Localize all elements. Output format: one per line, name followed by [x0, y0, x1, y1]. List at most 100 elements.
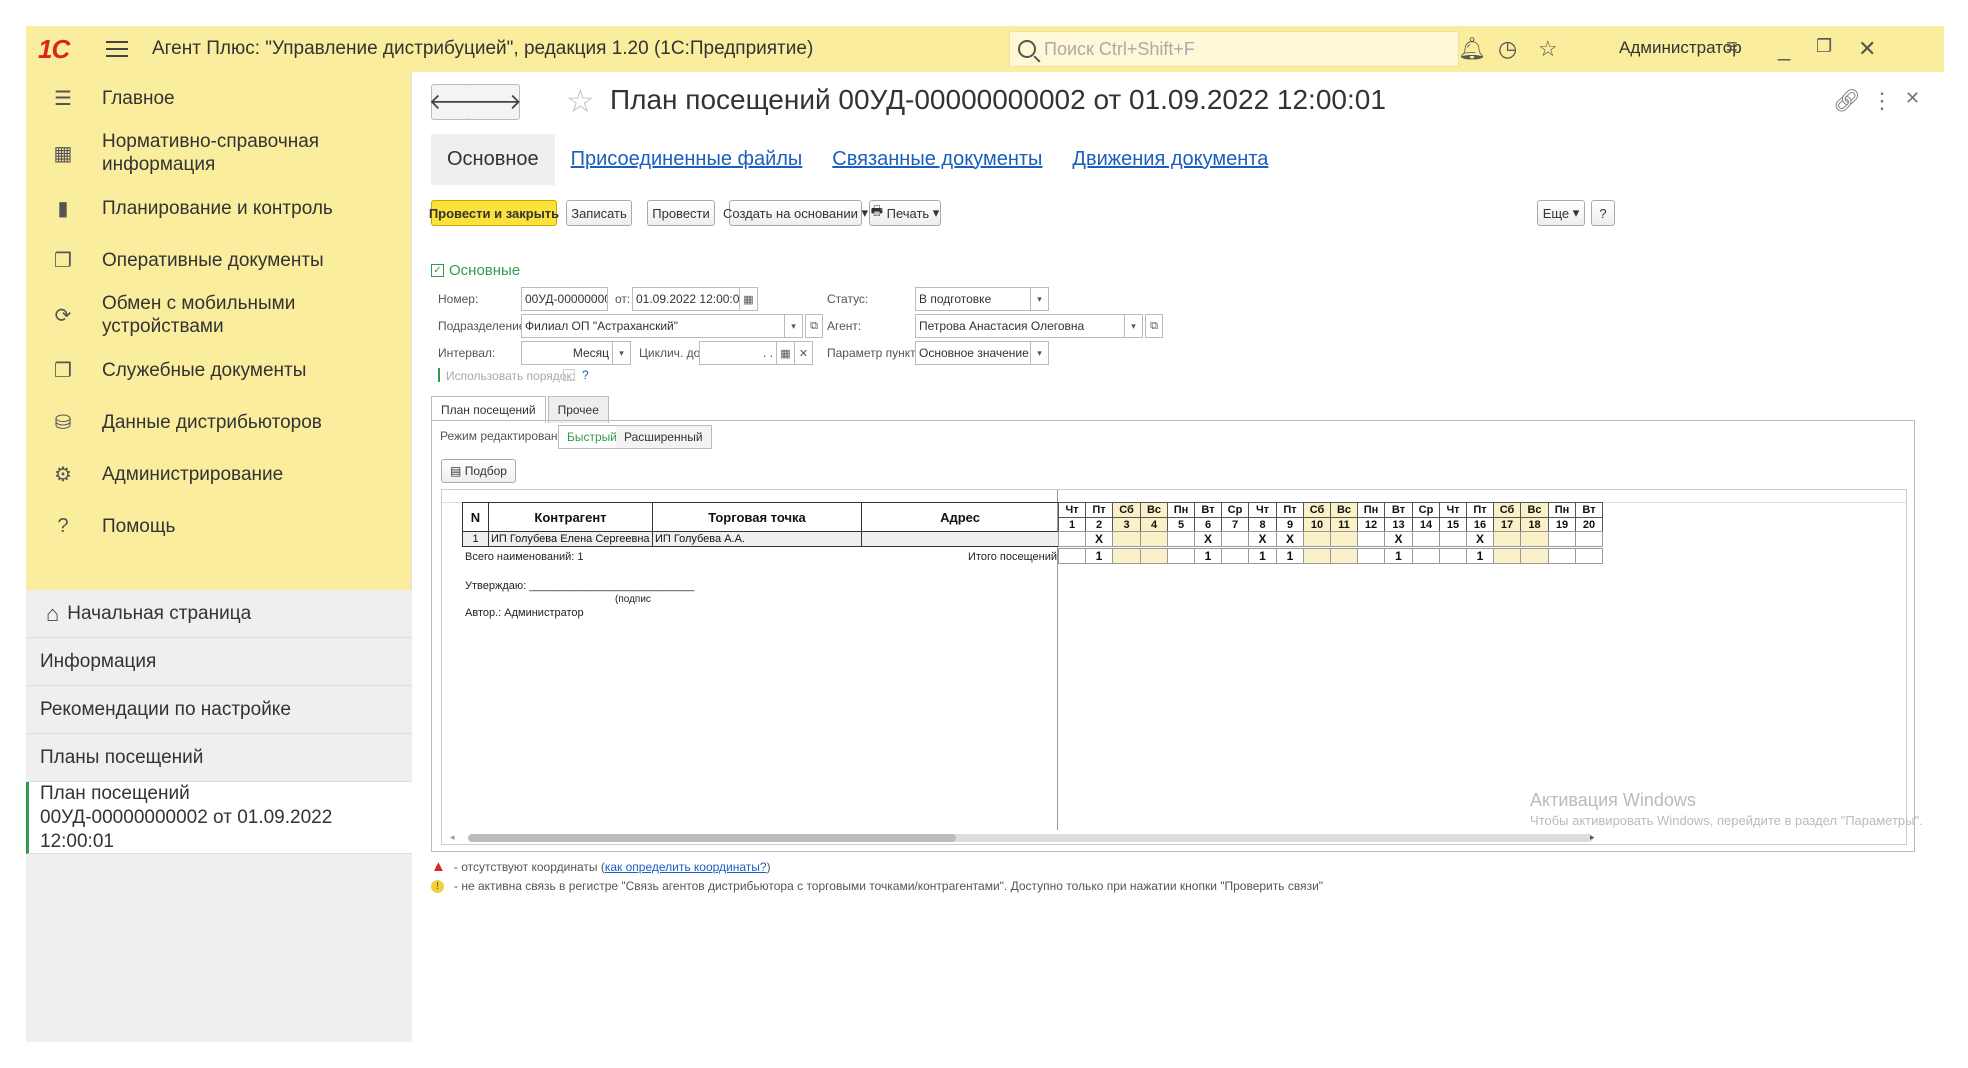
division-open-icon[interactable]: ⧉	[805, 314, 823, 338]
cycle-clear-icon[interactable]: ✕	[795, 341, 813, 365]
sidebar-item[interactable]: ? Помощь	[26, 500, 411, 552]
star-icon[interactable]: ☆	[1538, 36, 1558, 62]
point-param-field[interactable]: Основное значение	[915, 341, 1031, 365]
print-button[interactable]: 🖶 Печать ▾	[869, 200, 941, 226]
scroll-thumb[interactable]	[468, 834, 956, 842]
open-window-item[interactable]: Рекомендации по настройке	[26, 686, 412, 734]
day-of-week: Ср	[1221, 502, 1249, 518]
save-button[interactable]: Записать	[566, 200, 632, 226]
settings-menu-icon[interactable]: ≡	[1726, 36, 1738, 59]
tab-attached-files[interactable]: Присоединенные файлы	[571, 148, 803, 171]
tab-main[interactable]: Основное	[431, 133, 555, 185]
pick-button[interactable]: ▤ Подбор	[441, 459, 516, 483]
sidebar-item[interactable]: ▦ Нормативно-справочная информация	[26, 124, 411, 182]
use-order-help[interactable]: ?	[582, 368, 589, 382]
post-button[interactable]: Провести	[647, 200, 715, 226]
agent-dropdown-icon[interactable]: ▾	[1125, 314, 1143, 338]
sidebar-item[interactable]: ❐ Служебные документы	[26, 344, 411, 396]
sidebar-item-label: Помощь	[102, 515, 176, 537]
search-icon	[1018, 40, 1036, 58]
visit-total	[1412, 548, 1440, 564]
open-window-item[interactable]: Планы посещений	[26, 734, 412, 782]
division-dropdown-icon[interactable]: ▾	[785, 314, 803, 338]
agent-field[interactable]: Петрова Анастасия Олеговна	[915, 314, 1125, 338]
day-number: 6	[1194, 517, 1222, 532]
scroll-left-arrow-icon[interactable]: ◂	[450, 832, 455, 843]
division-label: Подразделение:	[438, 319, 529, 333]
day-of-week: Пн	[1167, 502, 1195, 518]
use-order-checkbox[interactable]	[563, 369, 575, 381]
more-vertical-icon[interactable]: ⋮	[1871, 88, 1893, 114]
warning-circle-icon: !	[431, 879, 444, 893]
document-tabs: Основное Присоединенные файлы Связанные …	[431, 133, 1298, 185]
sidebar-item-label: Планирование и контроль	[102, 197, 333, 219]
tab-related-documents[interactable]: Связанные документы	[832, 148, 1042, 171]
history-icon[interactable]: ◷	[1498, 36, 1517, 62]
minimize-icon[interactable]: _	[1778, 36, 1790, 62]
calendar-icon[interactable]: ▦	[740, 287, 758, 311]
tab-document-movements[interactable]: Движения документа	[1072, 148, 1268, 171]
header-address: Адрес	[861, 502, 1059, 532]
day-number: 9	[1276, 517, 1304, 532]
visit-mark	[1058, 531, 1086, 547]
number-field[interactable]: 00УД-0000000000	[521, 287, 608, 311]
help-button[interactable]: ?	[1591, 200, 1615, 226]
bell-icon[interactable]: 🔔︎	[1458, 36, 1486, 62]
edit-mode-extended[interactable]: Расширенный	[616, 425, 712, 449]
sidebar-item[interactable]: ⛁ Данные дистрибьюторов	[26, 396, 411, 448]
open-window-item[interactable]: План посещений 00УД-00000000002 от 01.09…	[26, 782, 412, 854]
visit-mark: X	[1194, 531, 1222, 547]
link-icon[interactable]: 🔗︎	[1833, 88, 1861, 114]
tab-visit-plan[interactable]: План посещений	[431, 396, 546, 423]
cycle-field[interactable]: . .	[699, 341, 777, 365]
close-form-icon[interactable]: ✕	[1905, 88, 1920, 109]
create-based-on-button[interactable]: Создать на основании ▾	[723, 200, 868, 226]
sidebar-item[interactable]: ▮ Планирование и контроль	[26, 182, 411, 234]
documents-icon: ❐	[54, 249, 72, 272]
cycle-calendar-icon[interactable]: ▦	[777, 341, 795, 365]
day-of-week: Чт	[1439, 502, 1467, 518]
agent-open-icon[interactable]: ⧉	[1145, 314, 1163, 338]
table-cell-address	[861, 531, 1059, 547]
point-param-dropdown-icon[interactable]: ▾	[1031, 341, 1049, 365]
day-of-week: Вт	[1194, 502, 1222, 518]
visit-mark	[1303, 531, 1331, 547]
day-number: 13	[1384, 517, 1413, 532]
sidebar-item[interactable]: ☰ Главное	[26, 72, 411, 124]
day-of-week: Пт	[1466, 502, 1494, 518]
favorite-star-icon[interactable]: ☆	[566, 82, 595, 120]
scroll-right-arrow-icon[interactable]: ▸	[1590, 832, 1595, 843]
sidebar-item[interactable]: ⚙ Администрирование	[26, 448, 411, 500]
more-label: Еще	[1542, 205, 1570, 221]
restore-icon[interactable]: ❐	[1816, 36, 1832, 57]
visit-mark	[1140, 531, 1168, 547]
sidebar-item[interactable]: ❐ Оперативные документы	[26, 234, 411, 286]
interval-field[interactable]: Месяц	[521, 341, 613, 365]
post-and-close-button[interactable]: Провести и закрыть	[429, 200, 559, 226]
division-field[interactable]: Филиал ОП "Астраханский"	[521, 314, 785, 338]
horizontal-scrollbar[interactable]	[468, 834, 1593, 842]
printer-icon: 🖶	[870, 203, 883, 218]
forward-button[interactable]: 🡒	[463, 84, 522, 120]
pick-icon: ▤	[450, 464, 462, 478]
search-input[interactable]: Поиск Ctrl+Shift+F	[1009, 31, 1459, 67]
tab-other[interactable]: Прочее	[547, 396, 609, 423]
close-window-icon[interactable]: ✕	[1858, 36, 1876, 62]
user-name[interactable]: Администратор	[1619, 38, 1742, 58]
author-line: Автор.: Администратор	[465, 607, 584, 619]
main-menu-icon[interactable]	[106, 41, 134, 57]
visit-mark: X	[1248, 531, 1277, 547]
status-label: Статус:	[827, 292, 869, 306]
open-window-item[interactable]: ⌂ Начальная страница	[26, 590, 412, 638]
date-field[interactable]: 01.09.2022 12:00:01	[632, 287, 740, 311]
status-dropdown-icon[interactable]: ▾	[1031, 287, 1049, 311]
more-button[interactable]: Еще ▾	[1537, 200, 1585, 226]
visit-mark	[1439, 531, 1467, 547]
group-main-collapse[interactable]: ✓ Основные	[431, 262, 520, 279]
open-window-item[interactable]: Информация	[26, 638, 412, 686]
how-to-coordinates-link[interactable]: как определить координаты?	[605, 860, 767, 874]
status-field[interactable]: В подготовке	[915, 287, 1031, 311]
table-cell-counterparty: ИП Голубева Елена Сергеевна	[488, 531, 653, 547]
sidebar-item[interactable]: ⟳ Обмен с мобильными устройствами	[26, 286, 411, 344]
interval-dropdown-icon[interactable]: ▾	[613, 341, 631, 365]
